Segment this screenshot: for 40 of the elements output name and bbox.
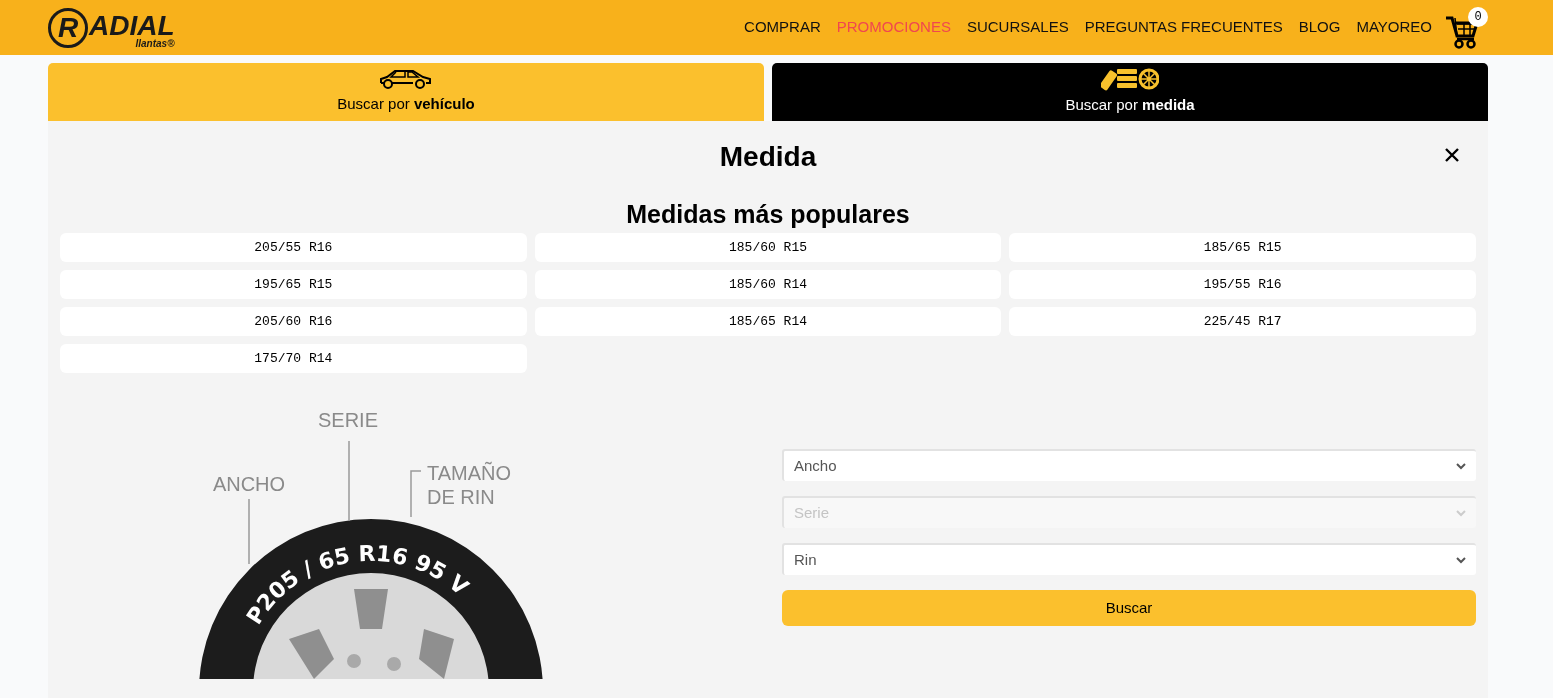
chevron-down-icon xyxy=(1456,556,1466,564)
car-icon xyxy=(379,68,433,91)
size-button[interactable]: 225/45 R17 xyxy=(1009,307,1476,336)
search-button[interactable]: Buscar xyxy=(782,590,1476,626)
select-field[interactable]: Rin xyxy=(782,543,1476,575)
size-button[interactable]: 195/65 R15 xyxy=(60,270,527,299)
size-button[interactable]: 205/60 R16 xyxy=(60,307,527,336)
nav-link[interactable]: PREGUNTAS FRECUENTES xyxy=(1084,16,1283,39)
tires-icon xyxy=(1101,67,1159,92)
logo-tagline: llantas® xyxy=(135,37,175,50)
chevron-down-icon xyxy=(1456,509,1466,517)
nav-link[interactable]: BLOG xyxy=(1298,16,1341,39)
logo-mark: R xyxy=(48,7,88,48)
size-button[interactable]: 185/65 R14 xyxy=(534,307,1002,336)
select-field[interactable]: Ancho xyxy=(782,449,1476,481)
lug-nut xyxy=(347,654,361,668)
size-button[interactable]: 195/55 R16 xyxy=(1009,270,1476,299)
nav-link[interactable]: SUCURSALES xyxy=(966,16,1069,39)
diagram-label: DE RIN xyxy=(427,486,495,508)
size-button[interactable]: 185/60 R15 xyxy=(534,233,1002,262)
size-button[interactable]: 205/55 R16 xyxy=(60,233,527,262)
close-icon xyxy=(1445,148,1459,162)
leader-line xyxy=(248,498,250,565)
section-heading: Medidas más populares xyxy=(625,199,911,229)
diagram-label: SERIE xyxy=(318,409,378,431)
nav-link[interactable]: MAYOREO xyxy=(1356,16,1432,39)
logo-name: ADIAL xyxy=(89,13,175,38)
leader-line xyxy=(410,470,422,518)
size-button[interactable]: 185/60 R14 xyxy=(534,270,1002,299)
nav-link[interactable]: COMPRAR xyxy=(744,16,821,39)
cart-count-badge: 0 xyxy=(1468,6,1488,27)
chevron-down-icon xyxy=(1456,462,1466,470)
search-tab[interactable]: Buscar por vehículo xyxy=(48,63,764,121)
size-button[interactable]: 175/70 R14 xyxy=(60,344,527,373)
size-button[interactable]: 185/65 R15 xyxy=(1009,233,1476,262)
lug-nut xyxy=(387,657,401,671)
diagram-label: TAMAÑO xyxy=(427,462,512,484)
diagram-label: ANCHO xyxy=(212,473,286,495)
panel-title: Medida xyxy=(719,141,817,173)
search-tab[interactable]: Buscar por medida xyxy=(772,63,1488,121)
